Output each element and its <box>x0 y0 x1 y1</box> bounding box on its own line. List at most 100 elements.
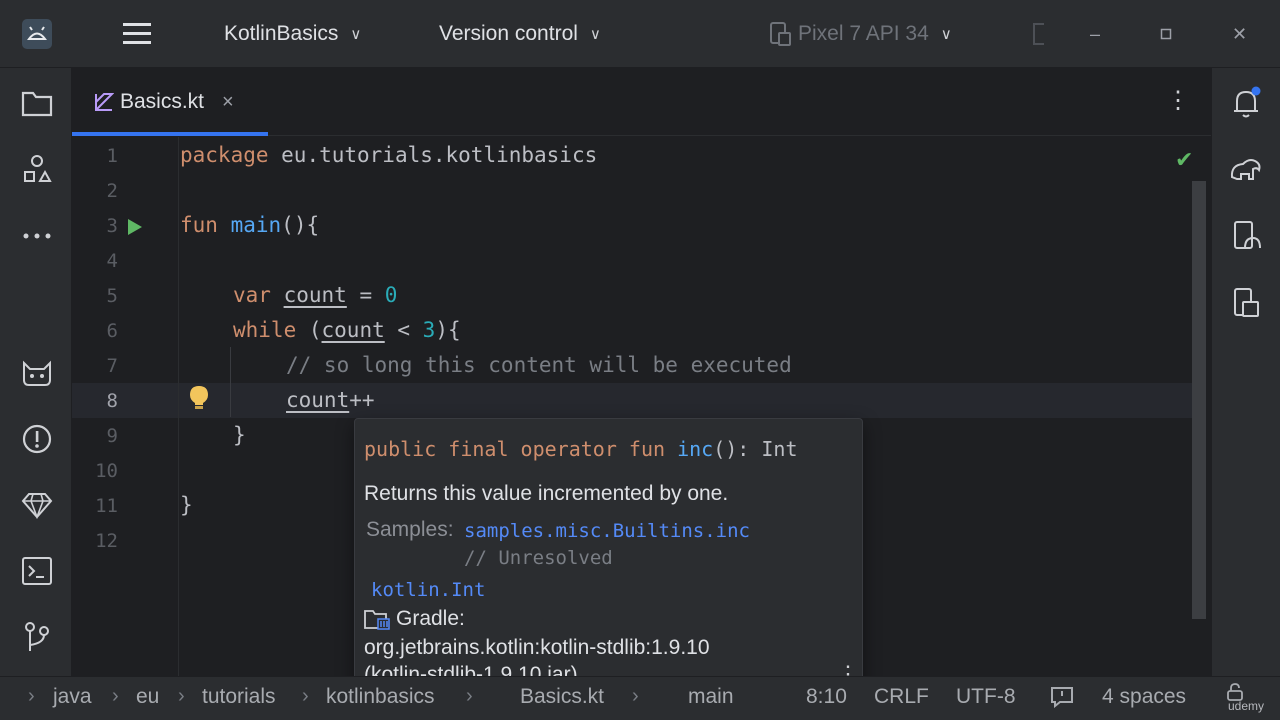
tab-options-button[interactable]: ⋮ <box>1166 86 1190 116</box>
left-tool-strip <box>0 68 72 676</box>
vcs-label: Version control <box>439 22 578 45</box>
quick-documentation-popup[interactable]: public final operator fun inc(): Int Ret… <box>354 418 863 693</box>
breadcrumb-eu[interactable]: eu <box>136 685 159 709</box>
chevron-right-icon: › <box>466 685 473 707</box>
comment-icon[interactable] <box>1050 686 1074 708</box>
gem-icon <box>21 493 53 519</box>
close-tab-icon[interactable]: × <box>222 91 234 114</box>
keyword: while <box>233 318 297 342</box>
line-number: 7 <box>106 355 118 377</box>
gem-tool-button[interactable] <box>18 486 56 524</box>
line-number-current: 8 <box>106 390 118 412</box>
line-number: 10 <box>95 460 118 482</box>
running-devices-icon <box>1234 288 1259 317</box>
minimize-icon: – <box>1090 23 1101 44</box>
chevron-right-icon: › <box>632 685 639 707</box>
keyword: fun <box>180 213 218 237</box>
active-tab-indicator <box>72 132 268 136</box>
maximize-button[interactable] <box>1160 0 1172 68</box>
android-cat-icon <box>23 360 51 386</box>
kotlin-file-icon <box>95 93 114 111</box>
gradle-elephant-icon <box>1230 159 1261 180</box>
terminal-tool-button[interactable] <box>18 552 56 590</box>
breadcrumb-file[interactable]: Basics.kt <box>520 685 604 709</box>
chevron-right-icon: › <box>302 685 309 707</box>
device-manager-icon <box>1234 221 1261 249</box>
punctuation: ( <box>296 318 322 342</box>
close-window-button[interactable]: ✕ <box>1232 0 1247 68</box>
number-literal: 3 <box>422 318 436 342</box>
title-bar: KotlinBasics ∨ Version control ∨ Pixel 7… <box>0 0 1280 68</box>
operator: < <box>384 318 423 342</box>
class-link[interactable]: kotlin.Int <box>371 579 485 601</box>
editor-scrollbar[interactable] <box>1192 181 1206 619</box>
maximize-icon <box>1160 28 1172 40</box>
run-config-placeholder[interactable] <box>1032 0 1046 68</box>
gradle-source-row: Gradle: <box>364 607 465 631</box>
caret-position[interactable]: 8:10 <box>806 685 847 709</box>
main-menu-button[interactable] <box>122 0 152 68</box>
code-line-9: } <box>233 423 246 447</box>
logcat-tool-button[interactable] <box>18 354 56 392</box>
no-problems-check-icon[interactable]: ✔ <box>1175 147 1193 173</box>
watermark: udemy <box>1228 699 1265 713</box>
intention-bulb-icon[interactable] <box>189 385 209 411</box>
line-separator[interactable]: CRLF <box>874 685 929 709</box>
project-tool-button[interactable] <box>18 84 56 122</box>
device-selector[interactable]: Pixel 7 API 34 ∨ <box>768 0 952 68</box>
keyword: package <box>180 143 269 167</box>
project-folder-icon <box>21 91 53 117</box>
structure-tool-button[interactable] <box>18 150 56 188</box>
minimize-button[interactable]: – <box>1090 0 1100 68</box>
line-number: 9 <box>106 425 118 447</box>
git-branch-icon <box>25 622 49 651</box>
variable: count <box>321 318 385 342</box>
gradle-tool-button[interactable] <box>1227 150 1265 188</box>
app-icon[interactable] <box>22 0 52 68</box>
running-devices-button[interactable] <box>1227 284 1265 322</box>
unresolved-note: // Unresolved <box>464 547 613 569</box>
notifications-button[interactable] <box>1227 84 1265 122</box>
line-number: 12 <box>95 530 118 552</box>
line-number: 11 <box>95 495 118 517</box>
code-line-3: fun main(){ <box>180 213 319 237</box>
doc-signature: public final operator fun inc(): Int <box>364 437 798 461</box>
problems-tool-button[interactable] <box>18 420 56 458</box>
caret-line-highlight <box>72 383 1192 418</box>
punctuation: (){ <box>281 213 320 237</box>
project-selector[interactable]: KotlinBasics ∨ <box>224 0 361 68</box>
vcs-tool-button[interactable] <box>18 618 56 656</box>
code-line-8: count++ <box>286 388 375 412</box>
project-name: KotlinBasics <box>224 22 339 45</box>
code-line-1: package eu.tutorials.kotlinbasics <box>180 143 597 167</box>
device-name: Pixel 7 API 34 <box>798 22 929 45</box>
more-tools-button[interactable] <box>18 217 56 255</box>
variable: count <box>286 388 350 412</box>
chevron-down-icon: ∨ <box>350 26 362 43</box>
run-gutter-icon[interactable] <box>127 218 143 236</box>
doc-description: Returns this value incremented by one. <box>364 482 729 505</box>
signature-function: inc <box>677 437 714 461</box>
indent-setting[interactable]: 4 spaces <box>1102 685 1186 709</box>
tab-basics-kt[interactable]: Basics.kt × <box>72 68 268 136</box>
breadcrumb-kotlinbasics[interactable]: kotlinbasics <box>326 685 435 709</box>
signature-modifiers: public final operator fun <box>364 437 666 461</box>
line-number: 6 <box>106 320 118 342</box>
breadcrumb-tutorials[interactable]: tutorials <box>202 685 276 709</box>
keyword: var <box>233 283 271 307</box>
samples-label: Samples: <box>366 518 454 541</box>
line-number: 2 <box>106 180 118 202</box>
library-coordinates: org.jetbrains.kotlin:kotlin-stdlib:1.9.1… <box>364 636 710 659</box>
breadcrumb-java[interactable]: java <box>53 685 92 709</box>
breadcrumb-function[interactable]: main <box>688 685 734 709</box>
file-encoding[interactable]: UTF-8 <box>956 685 1016 709</box>
tab-label: Basics.kt <box>120 90 205 113</box>
samples-link[interactable]: samples.misc.Builtins.inc <box>464 520 750 542</box>
device-manager-button[interactable] <box>1227 217 1265 255</box>
chevron-down-icon: ∨ <box>940 26 952 43</box>
editor-tab-row: Basics.kt × ⋮ <box>72 68 1211 136</box>
vcs-selector[interactable]: Version control ∨ <box>439 0 601 68</box>
line-number: 3 <box>106 215 118 237</box>
operator: ++ <box>349 388 375 412</box>
operator: = <box>346 283 385 307</box>
